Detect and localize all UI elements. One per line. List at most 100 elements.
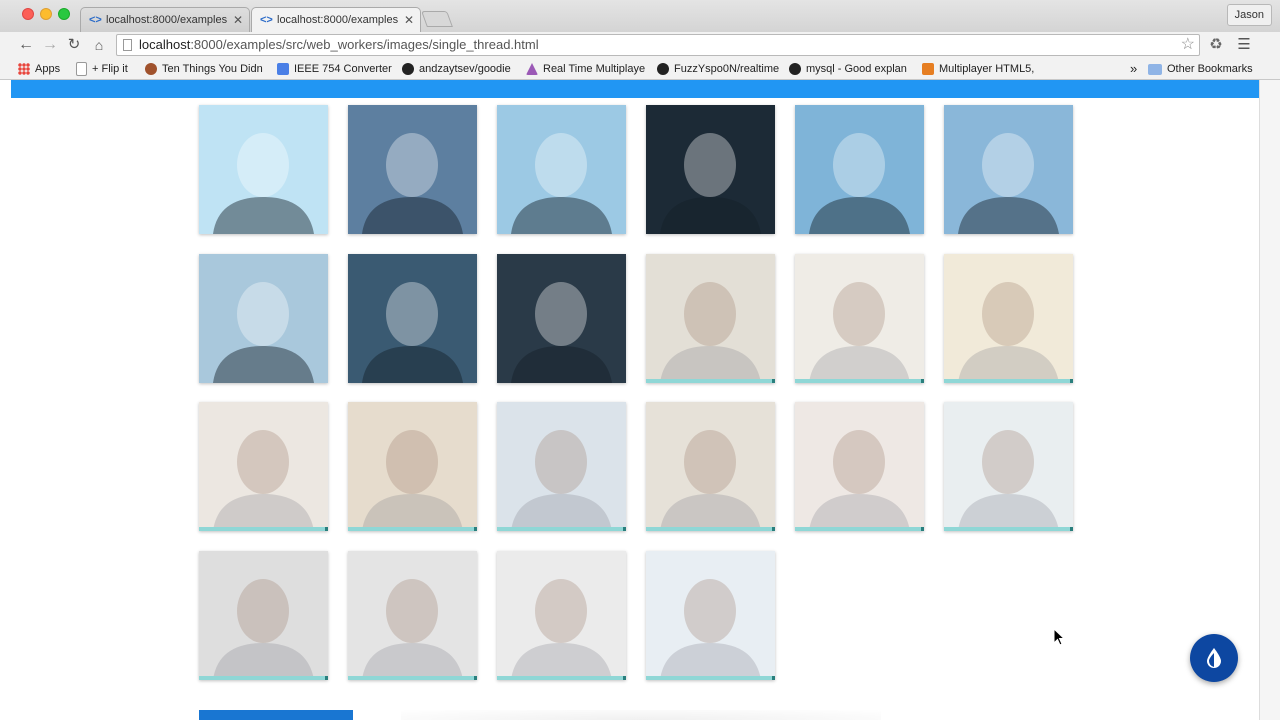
- person-silhouette: [809, 282, 910, 383]
- bookmark-ieee[interactable]: IEEE 754 Converter: [277, 61, 392, 77]
- forward-icon[interactable]: →: [40, 35, 60, 55]
- progress-bar: [199, 676, 328, 680]
- person-silhouette: [809, 430, 910, 531]
- person-silhouette: [958, 282, 1059, 383]
- close-icon[interactable]: ✕: [404, 13, 414, 27]
- progress-bar: [348, 527, 477, 531]
- code-icon: <>: [260, 14, 273, 26]
- progress-bar-end: [772, 676, 775, 680]
- bookmark-label: IEEE 754 Converter: [294, 63, 392, 75]
- bookmarks-bar: Apps + Flip it Ten Things You Didn IEEE …: [0, 58, 1280, 80]
- progress-bar-end: [921, 527, 924, 531]
- floating-action-button[interactable]: [1190, 634, 1238, 682]
- water-drop-icon: [1207, 648, 1221, 668]
- bookmark-fuzzyspoon[interactable]: FuzzYspo0N/realtime: [657, 61, 779, 77]
- new-tab-button[interactable]: [421, 11, 453, 27]
- progress-bar: [795, 527, 924, 531]
- window-border: [1259, 80, 1280, 720]
- progress-bar: [795, 379, 924, 383]
- photo-thumbnail: [348, 551, 477, 680]
- bookmark-label: Ten Things You Didn: [162, 63, 263, 75]
- menu-icon[interactable]: ☰: [1234, 35, 1254, 55]
- person-silhouette: [660, 282, 761, 383]
- home-icon[interactable]: ⌂: [89, 35, 109, 55]
- progress-bar-end: [623, 676, 626, 680]
- progress-bar-end: [772, 379, 775, 383]
- person-silhouette: [511, 430, 612, 531]
- zoom-window-button[interactable]: [58, 8, 70, 20]
- progress-bar: [348, 676, 477, 680]
- person-silhouette: [362, 430, 463, 531]
- photo-thumbnail: [646, 254, 775, 383]
- bookmark-real-time[interactable]: Real Time Multiplaye: [526, 61, 645, 77]
- photo-thumbnail: [199, 402, 328, 531]
- progress-bar: [646, 527, 775, 531]
- progress-bar: [199, 527, 328, 531]
- site-icon: [922, 63, 934, 75]
- bookmark-mysql[interactable]: mysql - Good explan: [789, 61, 907, 77]
- person-silhouette: [213, 282, 314, 383]
- bookmark-label: + Flip it: [92, 63, 128, 75]
- person-silhouette: [213, 579, 314, 680]
- progress-bar-end: [623, 527, 626, 531]
- person-silhouette: [511, 579, 612, 680]
- bookmark-ten-things[interactable]: Ten Things You Didn: [145, 61, 263, 77]
- page-viewport: [11, 80, 1259, 720]
- close-window-button[interactable]: [22, 8, 34, 20]
- progress-bar-end: [325, 527, 328, 531]
- close-icon[interactable]: ✕: [233, 13, 243, 27]
- progress-bar-end: [474, 527, 477, 531]
- address-bar[interactable]: localhost:8000/examples/src/web_workers/…: [116, 34, 1200, 56]
- other-bookmarks[interactable]: Other Bookmarks: [1148, 61, 1253, 77]
- person-silhouette: [660, 430, 761, 531]
- photo-thumbnail: [199, 254, 328, 383]
- person-silhouette: [660, 579, 761, 680]
- bookmark-flip-it[interactable]: + Flip it: [76, 61, 128, 77]
- github-icon: [657, 63, 669, 75]
- person-silhouette: [213, 133, 314, 234]
- tab-label: localhost:8000/examples/s: [106, 14, 227, 26]
- progress-bar: [944, 527, 1073, 531]
- bookmark-multiplayer[interactable]: Multiplayer HTML5,: [922, 61, 1034, 77]
- photo-thumbnail: [646, 551, 775, 680]
- recycle-extension-icon[interactable]: ♻: [1206, 35, 1226, 55]
- photo-thumbnail: [497, 105, 626, 234]
- action-button[interactable]: [199, 710, 353, 720]
- tab-1[interactable]: <> localhost:8000/examples/s ✕: [80, 7, 250, 32]
- progress-bar: [944, 379, 1073, 383]
- bookmark-label: Multiplayer HTML5,: [939, 63, 1035, 75]
- minimize-window-button[interactable]: [40, 8, 52, 20]
- bookmark-label: andzaytsev/goodie: [419, 63, 511, 75]
- progress-bar: [497, 676, 626, 680]
- profile-button[interactable]: Jason: [1226, 4, 1272, 26]
- tab-strip: <> localhost:8000/examples/s ✕ <> localh…: [0, 0, 1280, 32]
- progress-bar-end: [921, 379, 924, 383]
- url-host: localhost: [139, 37, 191, 52]
- bookmark-goodie[interactable]: andzaytsev/goodie: [402, 61, 511, 77]
- person-silhouette: [958, 133, 1059, 234]
- progress-bar: [646, 379, 775, 383]
- photo-thumbnail: [795, 254, 924, 383]
- person-silhouette: [660, 133, 761, 234]
- site-icon: [526, 63, 538, 75]
- bookmark-apps[interactable]: Apps: [18, 61, 60, 77]
- tab-2[interactable]: <> localhost:8000/examples/s ✕: [251, 7, 421, 32]
- bookmarks-overflow-button[interactable]: »: [1130, 61, 1137, 77]
- bookmark-label: Other Bookmarks: [1167, 63, 1253, 75]
- reload-icon[interactable]: ↻: [64, 35, 84, 55]
- star-icon[interactable]: ☆: [1181, 35, 1195, 55]
- progress-bar-end: [474, 676, 477, 680]
- page-icon: [123, 39, 132, 51]
- site-icon: [145, 63, 157, 75]
- person-silhouette: [809, 133, 910, 234]
- photo-thumbnail: [944, 254, 1073, 383]
- page-icon: [76, 62, 87, 76]
- person-silhouette: [362, 282, 463, 383]
- url-path: :8000/examples/src/web_workers/images/si…: [190, 37, 539, 52]
- progress-bar-end: [1070, 527, 1073, 531]
- back-icon[interactable]: ←: [16, 35, 36, 55]
- github-icon: [402, 63, 414, 75]
- person-silhouette: [213, 430, 314, 531]
- code-icon: <>: [89, 14, 102, 26]
- photo-thumbnail: [497, 402, 626, 531]
